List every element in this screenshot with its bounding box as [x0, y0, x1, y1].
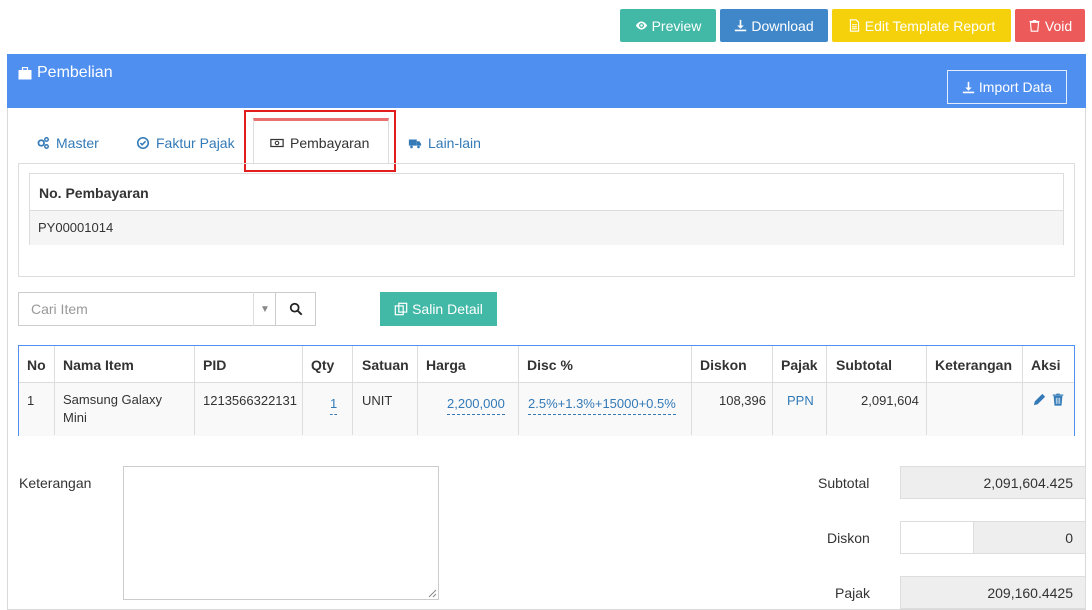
void-button[interactable]: Void — [1015, 9, 1085, 42]
edit-template-report-button[interactable]: Edit Template Report — [832, 9, 1011, 42]
import-data-button[interactable]: Import Data — [947, 70, 1067, 104]
keterangan-textarea[interactable] — [123, 466, 439, 600]
column-header-pajak: Pajak — [781, 357, 818, 373]
resize-handle-icon[interactable] — [428, 589, 437, 598]
page-title: Pembelian — [18, 64, 113, 82]
column-header-diskon: Diskon — [700, 357, 747, 373]
caret-down-icon[interactable]: ▼ — [253, 292, 276, 326]
tab-faktur-pajak[interactable]: Faktur Pajak — [136, 131, 235, 155]
column-header-disc: Disc % — [527, 357, 573, 373]
row-diskon: 108,396 — [719, 393, 766, 408]
void-label: Void — [1044, 17, 1073, 34]
row-pid: 1213566322131 — [203, 393, 297, 408]
copy-icon — [394, 302, 408, 316]
column-header-harga: Harga — [426, 357, 466, 373]
salin-detail-button[interactable]: Salin Detail — [380, 292, 497, 326]
column-header-aksi: Aksi — [1031, 357, 1061, 373]
download-icon — [735, 19, 747, 32]
trash-icon — [1029, 20, 1040, 32]
keterangan-label: Keterangan — [19, 475, 92, 491]
tab-lain-lain[interactable]: Lain-lain — [408, 131, 481, 155]
items-table: No Nama Item PID Qty Satuan Harga Disc %… — [18, 345, 1075, 436]
download-icon — [962, 81, 975, 93]
truck-icon — [408, 139, 422, 149]
check-circle-icon — [136, 136, 150, 150]
pajak-label: Pajak — [835, 585, 871, 601]
row-nama-item: Samsung Galaxy Mini — [63, 391, 162, 427]
eye-icon — [635, 21, 647, 30]
column-header-nama-item: Nama Item — [63, 357, 134, 373]
row-pajak-link[interactable]: PPN — [787, 393, 814, 408]
row-disc-editable[interactable]: 2.5%+1.3%+15000+0.5% — [528, 396, 676, 415]
row-nama-line2: Mini — [63, 410, 87, 425]
gears-icon — [37, 137, 49, 149]
preview-button[interactable]: Preview — [620, 9, 716, 42]
salin-detail-label: Salin Detail — [412, 301, 483, 317]
subtotal-field: 2,091,604.425 — [900, 466, 1086, 499]
edit-template-label: Edit Template Report — [864, 17, 996, 34]
diskon-input[interactable] — [900, 521, 974, 554]
payment-table-header: No. Pembayaran — [30, 174, 1063, 211]
tab-lain-lain-label: Lain-lain — [428, 135, 481, 151]
briefcase-icon — [18, 66, 32, 79]
payment-table: No. Pembayaran PY00001014 — [29, 173, 1064, 245]
pajak-field: 209,160.4425 — [900, 576, 1086, 609]
column-header-satuan: Satuan — [362, 357, 409, 373]
item-search-select[interactable]: Cari Item — [18, 292, 276, 326]
pencil-icon[interactable] — [1032, 392, 1047, 410]
column-header-keterangan: Keterangan — [935, 357, 1013, 373]
row-harga-editable[interactable]: 2,200,000 — [447, 396, 505, 415]
tab-master[interactable]: Master — [36, 131, 99, 155]
page-title-text: Pembelian — [37, 64, 113, 81]
subtotal-label: Subtotal — [818, 475, 870, 491]
item-search-placeholder: Cari Item — [31, 301, 88, 317]
import-data-label: Import Data — [978, 79, 1053, 95]
download-button[interactable]: Download — [720, 9, 828, 42]
row-satuan: UNIT — [362, 393, 393, 408]
panel-header — [7, 54, 1086, 108]
diskon-label: Diskon — [827, 530, 870, 546]
row-nama-line1: Samsung Galaxy — [63, 392, 162, 407]
search-button[interactable] — [275, 292, 316, 326]
tab-faktur-pajak-label: Faktur Pajak — [156, 135, 235, 151]
column-header-no: No — [27, 357, 46, 373]
preview-label: Preview — [651, 17, 702, 34]
file-text-icon — [849, 19, 859, 32]
delete-icon[interactable] — [1051, 392, 1065, 410]
row-subtotal: 2,091,604 — [861, 393, 919, 408]
column-header-qty: Qty — [311, 357, 335, 373]
tab-master-label: Master — [56, 135, 99, 151]
row-no: 1 — [27, 393, 35, 408]
column-header-subtotal: Subtotal — [836, 357, 892, 373]
column-header-pid: PID — [203, 357, 227, 373]
payment-number: PY00001014 — [30, 211, 1063, 245]
download-label: Download — [751, 17, 814, 34]
row-qty-editable[interactable]: 1 — [330, 396, 338, 415]
search-icon — [289, 302, 302, 316]
